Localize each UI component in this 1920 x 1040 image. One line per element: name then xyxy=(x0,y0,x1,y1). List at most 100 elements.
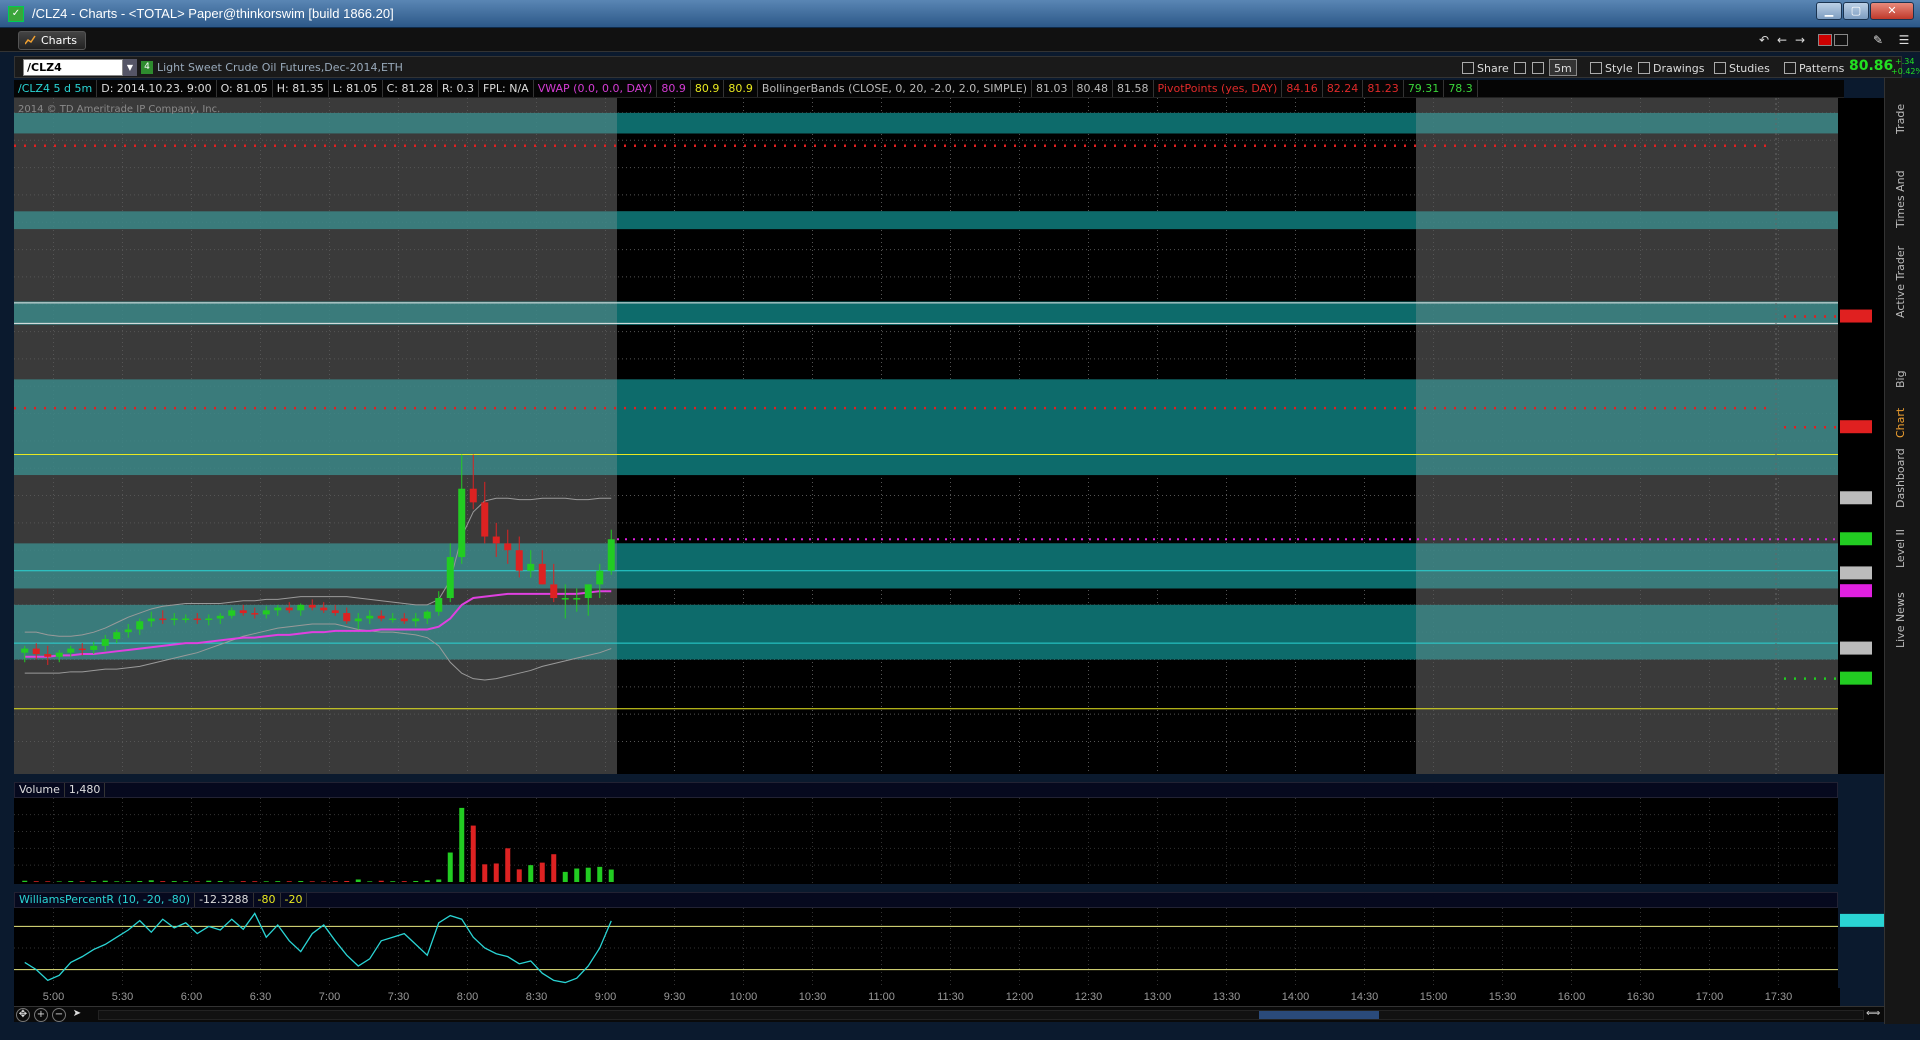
candle-body xyxy=(527,563,535,571)
wpr-value: -12.3288 xyxy=(195,893,254,907)
volume-bar xyxy=(424,880,430,882)
chart-navigation-bar: ✥ + − ➤ ⟺ xyxy=(14,1006,1884,1022)
symbol-badge[interactable]: 4 xyxy=(141,61,153,74)
volume-bar xyxy=(470,825,476,882)
side-tab-level-ii[interactable]: Level II xyxy=(1889,518,1913,568)
thinkorswim-logo-icon: ✓ xyxy=(8,6,24,22)
side-tab-trade[interactable]: Trade xyxy=(1889,86,1913,134)
scrollbar-thumb[interactable] xyxy=(1259,1011,1379,1019)
vwap-study-label[interactable]: VWAP (0.0, 0.0, DAY) xyxy=(534,80,658,97)
side-tab-active-trader[interactable]: Active Trader xyxy=(1889,238,1913,318)
layout-swatch-icon[interactable] xyxy=(1834,34,1848,46)
side-tab-dashboard[interactable]: Dashboard xyxy=(1889,448,1913,508)
symbol-description: Light Sweet Crude Oil Futures,Dec-2014,E… xyxy=(157,61,403,74)
side-tab-big-buttons[interactable]: Big Buttons xyxy=(1889,328,1920,388)
time-tick-label: 11:00 xyxy=(868,991,895,1003)
volume-bar xyxy=(378,880,384,882)
volume-bar xyxy=(528,865,534,882)
volume-bar xyxy=(22,880,28,882)
price-chart[interactable] xyxy=(14,98,1884,774)
back-arrow-icon[interactable]: ← xyxy=(1774,32,1790,48)
volume-bar xyxy=(574,868,580,882)
volume-bar xyxy=(298,880,304,882)
candle-body xyxy=(389,618,397,621)
patterns-label: Patterns xyxy=(1799,62,1845,75)
pan-icon[interactable]: ✥ xyxy=(16,1008,30,1022)
wpr-tag-box xyxy=(1840,913,1884,927)
volume-bar xyxy=(148,880,154,882)
candle-body xyxy=(423,611,431,619)
share-button[interactable]: Share xyxy=(1457,59,1514,76)
price-tag-box xyxy=(1840,566,1872,580)
volume-bar xyxy=(217,880,223,882)
time-tick-label: 16:30 xyxy=(1626,991,1655,1003)
volume-bar xyxy=(229,881,235,882)
patterns-button[interactable]: Patterns xyxy=(1779,59,1849,76)
maximize-button[interactable]: ▢ xyxy=(1843,2,1869,20)
zoom-in-icon[interactable]: + xyxy=(34,1008,48,1022)
drawings-button[interactable]: Drawings xyxy=(1633,59,1709,76)
expand-icon[interactable]: ⟺ xyxy=(1866,1008,1880,1022)
volume-bar xyxy=(263,881,269,882)
undo-icon[interactable]: ↶ xyxy=(1756,32,1772,48)
candle-body xyxy=(159,618,167,621)
window-footer xyxy=(0,1024,1920,1040)
volume-label[interactable]: Volume xyxy=(15,783,65,797)
time-scrollbar[interactable] xyxy=(98,1010,1864,1020)
volume-bar xyxy=(240,881,246,882)
menu-icon[interactable]: ☰ xyxy=(1896,32,1912,48)
wpr-label[interactable]: WilliamsPercentR (10, -20, -80) xyxy=(15,893,196,907)
studies-label: Studies xyxy=(1729,62,1770,75)
zoom-out-icon[interactable]: − xyxy=(52,1008,66,1022)
time-tick-label: 15:30 xyxy=(1488,991,1517,1003)
patterns-icon xyxy=(1784,62,1796,74)
symbol-input[interactable]: /CLZ4 xyxy=(23,59,123,76)
color-swatch-icon[interactable] xyxy=(1818,34,1832,46)
side-tab-live-news[interactable]: Live News xyxy=(1889,578,1913,648)
volume-bar xyxy=(275,881,281,882)
tab-charts[interactable]: Charts xyxy=(18,31,86,50)
side-tab-chart[interactable]: Chart xyxy=(1889,398,1913,438)
volume-bar xyxy=(551,854,557,882)
title-bar: ✓ /CLZ4 - Charts - <TOTAL> Paper@thinkor… xyxy=(0,0,1920,28)
time-tick-label: 6:00 xyxy=(180,991,203,1003)
volume-bar xyxy=(33,881,39,882)
candle-body xyxy=(124,629,132,633)
time-tick-label: 17:30 xyxy=(1764,991,1793,1003)
volume-bar xyxy=(390,881,396,882)
time-tick-label: 9:00 xyxy=(594,991,617,1003)
price-zone-session xyxy=(617,379,1416,476)
candle-body xyxy=(584,584,592,599)
cursor-icon[interactable]: ➤ xyxy=(70,1008,84,1022)
side-tab-times-and-sales[interactable]: Times And Sales xyxy=(1889,138,1920,228)
time-tick-label: 12:30 xyxy=(1074,991,1103,1003)
symbol-dropdown-icon[interactable]: ▼ xyxy=(123,59,137,76)
style-button[interactable]: Style xyxy=(1585,59,1638,76)
minimize-button[interactable]: ▁ xyxy=(1816,2,1842,20)
time-tick-label: 6:30 xyxy=(249,991,272,1003)
pin-icon[interactable]: ✎ xyxy=(1870,32,1886,48)
close-button[interactable]: ✕ xyxy=(1870,2,1914,20)
williams-percent-r-chart[interactable] xyxy=(14,908,1884,988)
pivotpoints-study-label[interactable]: PivotPoints (yes, DAY) xyxy=(1154,80,1283,97)
volume-bar xyxy=(137,880,143,882)
candle-body xyxy=(205,618,213,621)
bollinger-study-label[interactable]: BollingerBands (CLOSE, 0, 20, -2.0, 2.0,… xyxy=(758,80,1033,97)
volume-bar xyxy=(56,881,62,882)
aggregation-button[interactable]: 5m xyxy=(1549,59,1577,76)
percent-change: +0.42% xyxy=(1891,67,1920,76)
vwap-lower-value: 80.9 xyxy=(724,80,758,97)
forward-arrow-icon[interactable]: → xyxy=(1792,32,1808,48)
candle-body xyxy=(504,543,512,551)
volume-value: 1,480 xyxy=(65,783,106,797)
window-title: /CLZ4 - Charts - <TOTAL> Paper@thinkorsw… xyxy=(32,6,394,21)
volume-chart[interactable] xyxy=(14,798,1884,884)
studies-button[interactable]: Studies xyxy=(1709,59,1775,76)
time-tick-label: 17:00 xyxy=(1695,991,1724,1003)
bb-upper-value: 81.58 xyxy=(1113,80,1154,97)
time-tick-label: 10:30 xyxy=(798,991,827,1003)
time-tick-label: 11:30 xyxy=(937,991,964,1003)
volume-bar xyxy=(459,807,465,882)
candle-body xyxy=(366,615,374,619)
candle-body xyxy=(193,618,201,621)
